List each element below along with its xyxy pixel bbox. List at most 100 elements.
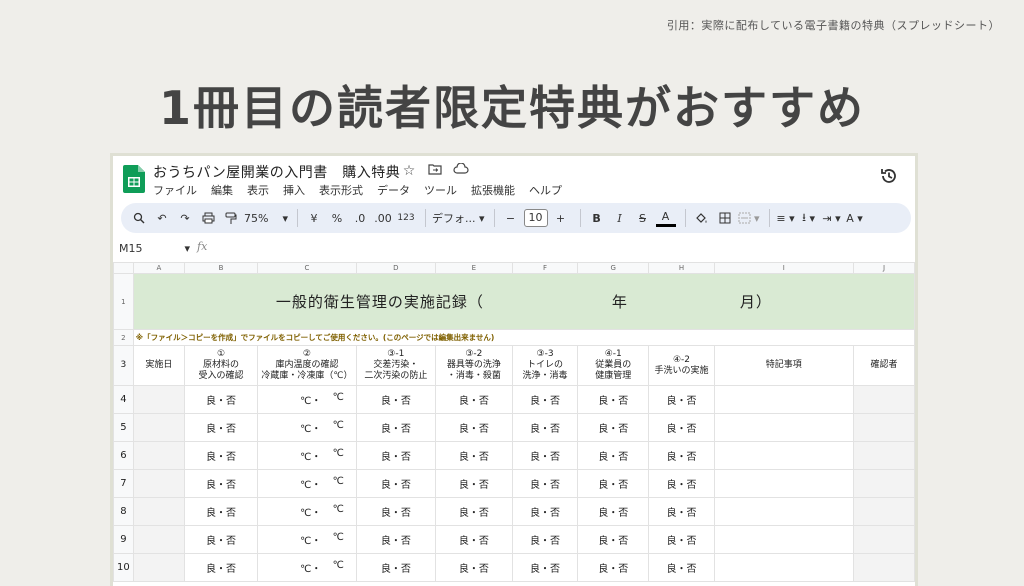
header-cell-notes[interactable]: 特記事項 — [713, 345, 854, 386]
check-cell[interactable]: 良・否 — [577, 525, 650, 554]
notes-cell[interactable] — [713, 385, 854, 414]
row-header[interactable]: 7 — [113, 469, 134, 498]
temperature-cell[interactable]: ℃・ ℃ — [257, 525, 357, 554]
column-header[interactable]: I — [713, 262, 854, 274]
checker-cell[interactable] — [852, 553, 915, 582]
check-cell[interactable]: 良・否 — [183, 385, 259, 414]
row-header[interactable]: 5 — [113, 413, 134, 442]
row-header[interactable]: 8 — [113, 497, 134, 526]
check-cell[interactable]: 良・否 — [511, 413, 579, 442]
check-cell[interactable]: 良・否 — [183, 497, 259, 526]
column-header[interactable]: B — [183, 262, 259, 274]
check-cell[interactable]: 良・否 — [355, 497, 436, 526]
checker-cell[interactable] — [852, 469, 915, 498]
paint-format-icon[interactable] — [221, 207, 241, 229]
date-cell[interactable] — [132, 469, 185, 498]
menu-data[interactable]: データ — [377, 182, 410, 198]
check-cell[interactable]: 良・否 — [434, 497, 513, 526]
strikethrough-icon[interactable]: S — [633, 207, 653, 229]
column-header[interactable]: D — [355, 262, 436, 274]
text-color-icon[interactable]: A — [655, 209, 676, 227]
check-cell[interactable]: 良・否 — [355, 553, 436, 582]
increase-decimal-button[interactable]: .00 — [373, 207, 393, 229]
check-cell[interactable]: 良・否 — [577, 469, 650, 498]
notes-cell[interactable] — [713, 497, 854, 526]
temperature-cell[interactable]: ℃・ ℃ — [257, 553, 357, 582]
text-wrapping-icon[interactable]: ⇥ ▾ — [822, 207, 842, 229]
font-size-input[interactable]: 10 — [523, 207, 548, 229]
temperature-cell[interactable]: ℃・ ℃ — [257, 385, 357, 414]
row-header[interactable]: 1 — [113, 273, 134, 330]
check-cell[interactable]: 良・否 — [648, 441, 715, 470]
menu-tools[interactable]: ツール — [424, 182, 457, 198]
star-icon[interactable]: ☆ — [400, 163, 418, 179]
check-cell[interactable]: 良・否 — [648, 497, 715, 526]
temperature-cell[interactable]: ℃・ ℃ — [257, 441, 357, 470]
borders-icon[interactable] — [715, 207, 735, 229]
copy-instruction-cell[interactable]: ※「ファイル＞コピーを作成」でファイルをコピーしてご使用ください。(このページで… — [132, 329, 915, 346]
name-box[interactable]: M15 ▾ — [119, 242, 190, 255]
check-cell[interactable]: 良・否 — [355, 525, 436, 554]
check-cell[interactable]: 良・否 — [183, 413, 259, 442]
menu-format[interactable]: 表示形式 — [319, 182, 363, 198]
checker-cell[interactable] — [852, 441, 915, 470]
row-header[interactable]: 3 — [113, 345, 134, 386]
menu-edit[interactable]: 編集 — [211, 182, 233, 198]
check-cell[interactable]: 良・否 — [577, 553, 650, 582]
check-cell[interactable]: 良・否 — [511, 553, 579, 582]
header-cell-temperature[interactable]: ② 庫内温度の確認 冷蔵庫・冷凍庫（℃） — [257, 345, 357, 386]
sheet-title-cell[interactable]: 一般的衛生管理の実施記録（ 年 月） — [132, 273, 915, 330]
header-cell-staff-health[interactable]: ④-1 従業員の 健康管理 — [577, 345, 650, 386]
column-header[interactable]: C — [257, 262, 357, 274]
column-header[interactable]: H — [648, 262, 715, 274]
text-rotation-icon[interactable]: A ▾ — [845, 207, 865, 229]
currency-format-button[interactable]: ¥ — [304, 207, 324, 229]
menu-view[interactable]: 表示 — [247, 182, 269, 198]
increase-font-size-button[interactable]: + — [551, 207, 571, 229]
header-cell-handwashing[interactable]: ④-2 手洗いの実施 — [648, 345, 715, 386]
version-history-icon[interactable] — [879, 166, 899, 186]
date-cell[interactable] — [132, 441, 185, 470]
check-cell[interactable]: 良・否 — [577, 413, 650, 442]
check-cell[interactable]: 良・否 — [577, 497, 650, 526]
check-cell[interactable]: 良・否 — [434, 469, 513, 498]
horizontal-align-icon[interactable]: ≡ ▾ — [776, 207, 796, 229]
date-cell[interactable] — [132, 385, 185, 414]
notes-cell[interactable] — [713, 441, 854, 470]
print-icon[interactable] — [198, 207, 218, 229]
number-format-button[interactable]: 123 — [396, 207, 416, 229]
checker-cell[interactable] — [852, 413, 915, 442]
header-cell-checker[interactable]: 確認者 — [852, 345, 915, 386]
folder-move-icon[interactable] — [426, 163, 444, 179]
check-cell[interactable]: 良・否 — [577, 385, 650, 414]
column-header[interactable]: G — [577, 262, 650, 274]
column-header[interactable]: E — [434, 262, 513, 274]
check-cell[interactable]: 良・否 — [355, 413, 436, 442]
check-cell[interactable]: 良・否 — [434, 413, 513, 442]
checker-cell[interactable] — [852, 385, 915, 414]
check-cell[interactable]: 良・否 — [355, 385, 436, 414]
check-cell[interactable]: 良・否 — [648, 413, 715, 442]
check-cell[interactable]: 良・否 — [511, 497, 579, 526]
checker-cell[interactable] — [852, 525, 915, 554]
check-cell[interactable]: 良・否 — [648, 385, 715, 414]
menu-help[interactable]: ヘルプ — [529, 182, 562, 198]
header-cell-equipment-cleaning[interactable]: ③-2 器具等の洗浄 ・消毒・殺菌 — [434, 345, 513, 386]
select-all-corner[interactable] — [113, 262, 134, 274]
check-cell[interactable]: 良・否 — [183, 441, 259, 470]
column-header[interactable]: F — [511, 262, 579, 274]
vertical-align-icon[interactable]: ⭳ ▾ — [799, 207, 819, 229]
header-cell-toilet[interactable]: ③-3 トイレの 洗浄・消毒 — [511, 345, 579, 386]
date-cell[interactable] — [132, 525, 185, 554]
check-cell[interactable]: 良・否 — [577, 441, 650, 470]
bold-icon[interactable]: B — [587, 207, 607, 229]
check-cell[interactable]: 良・否 — [648, 553, 715, 582]
temperature-cell[interactable]: ℃・ ℃ — [257, 497, 357, 526]
menu-extensions[interactable]: 拡張機能 — [471, 182, 515, 198]
check-cell[interactable]: 良・否 — [183, 469, 259, 498]
row-header[interactable]: 4 — [113, 385, 134, 414]
font-select[interactable]: デフォ... ▾ — [432, 207, 485, 229]
fill-color-icon[interactable] — [692, 207, 712, 229]
sheets-logo-icon[interactable] — [123, 165, 145, 193]
merge-cells-icon[interactable]: ▾ — [738, 207, 760, 229]
